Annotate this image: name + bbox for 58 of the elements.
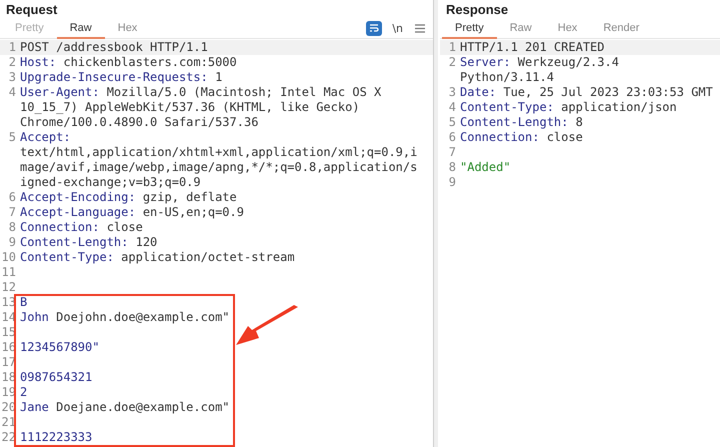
code-line: Date: Tue, 25 Jul 2023 23:03:53 GMT	[460, 85, 713, 100]
code-line: 1234567890"	[20, 340, 100, 355]
line-number: 3	[8, 70, 17, 85]
line-number: 4	[8, 85, 17, 101]
code-line: Content-Type: application/json	[460, 100, 677, 115]
code-line: 1112223333	[20, 430, 94, 445]
code-line: Server: Werkzeug/2.3.4 Python/3.11.4	[460, 55, 620, 85]
code-line: User-Agent: Mozilla/5.0 (Macintosh; Intel Mac OS X 10_15_7) AppleWebKit/537.36 (KHTML, like Gecko) Chrome/100.0.4890.0 Safari/537.36	[20, 85, 382, 130]
line-number: 14	[0, 310, 17, 325]
line-number: 1	[8, 40, 17, 55]
line-number: 7	[448, 145, 457, 160]
line-number: 4	[448, 100, 457, 115]
line-number: 5	[448, 115, 457, 130]
line-number: 6	[448, 130, 457, 145]
panel-title: Request	[5, 1, 58, 18]
line-number: 12	[0, 280, 17, 295]
code-line: Host: chickenblasters.com:5000	[20, 55, 238, 70]
line-number: 2	[8, 55, 17, 70]
line-number: 9	[448, 175, 457, 190]
code-line: 0987654321	[20, 370, 94, 385]
code-line: Upgrade-Insecure-Requests: 1	[20, 70, 224, 85]
line-number: 5	[8, 130, 17, 146]
arrow-annotation	[234, 305, 300, 347]
view-tab[interactable]: Hex	[104, 18, 150, 38]
line-number: 8	[448, 160, 457, 175]
line-number: 21	[0, 415, 17, 430]
code-line: Connection: close	[20, 220, 144, 235]
line-number: 7	[8, 205, 17, 220]
line-number: 9	[8, 235, 17, 250]
wrap-icon	[369, 23, 380, 33]
word-wrap-button[interactable]	[366, 20, 382, 36]
line-number: 3	[448, 85, 457, 100]
line-number: 1	[448, 40, 457, 55]
code-line: Accept-Language: en-US,en;q=0.9	[20, 205, 245, 220]
view-tab[interactable]: Pretty	[2, 18, 57, 38]
code-line: 2	[20, 385, 28, 400]
panel-title: Response	[445, 1, 510, 18]
code-line: Accept-Encoding: gzip, deflate	[20, 190, 238, 205]
code-line: "Added"	[460, 160, 511, 175]
view-tab[interactable]: Hex	[544, 18, 590, 38]
line-number: 6	[8, 190, 17, 205]
code-line: John Doejohn.doe@example.com"	[20, 310, 231, 325]
line-number: 2	[448, 55, 457, 71]
line-number: 10	[0, 250, 17, 265]
newline-toggle[interactable]: \n	[392, 22, 403, 34]
code-line: Connection: close	[460, 130, 583, 145]
view-tab[interactable]: Render	[590, 18, 652, 38]
view-tab[interactable]: Raw	[496, 18, 545, 38]
code-line: B	[20, 295, 28, 310]
code-line: Content-Type: application/octet-stream	[20, 250, 296, 265]
code-line: Content-Length: 8	[460, 115, 583, 130]
menu-icon[interactable]	[415, 24, 425, 32]
code-line: Jane Doejane.doe@example.com"	[20, 400, 231, 415]
line-number: 8	[8, 220, 17, 235]
code-line: Content-Length: 120	[20, 235, 158, 250]
code-line: HTTP/1.1 201 CREATED	[460, 40, 604, 55]
code-line: POST /addressbook HTTP/1.1	[20, 40, 209, 55]
line-number: 11	[0, 265, 17, 280]
